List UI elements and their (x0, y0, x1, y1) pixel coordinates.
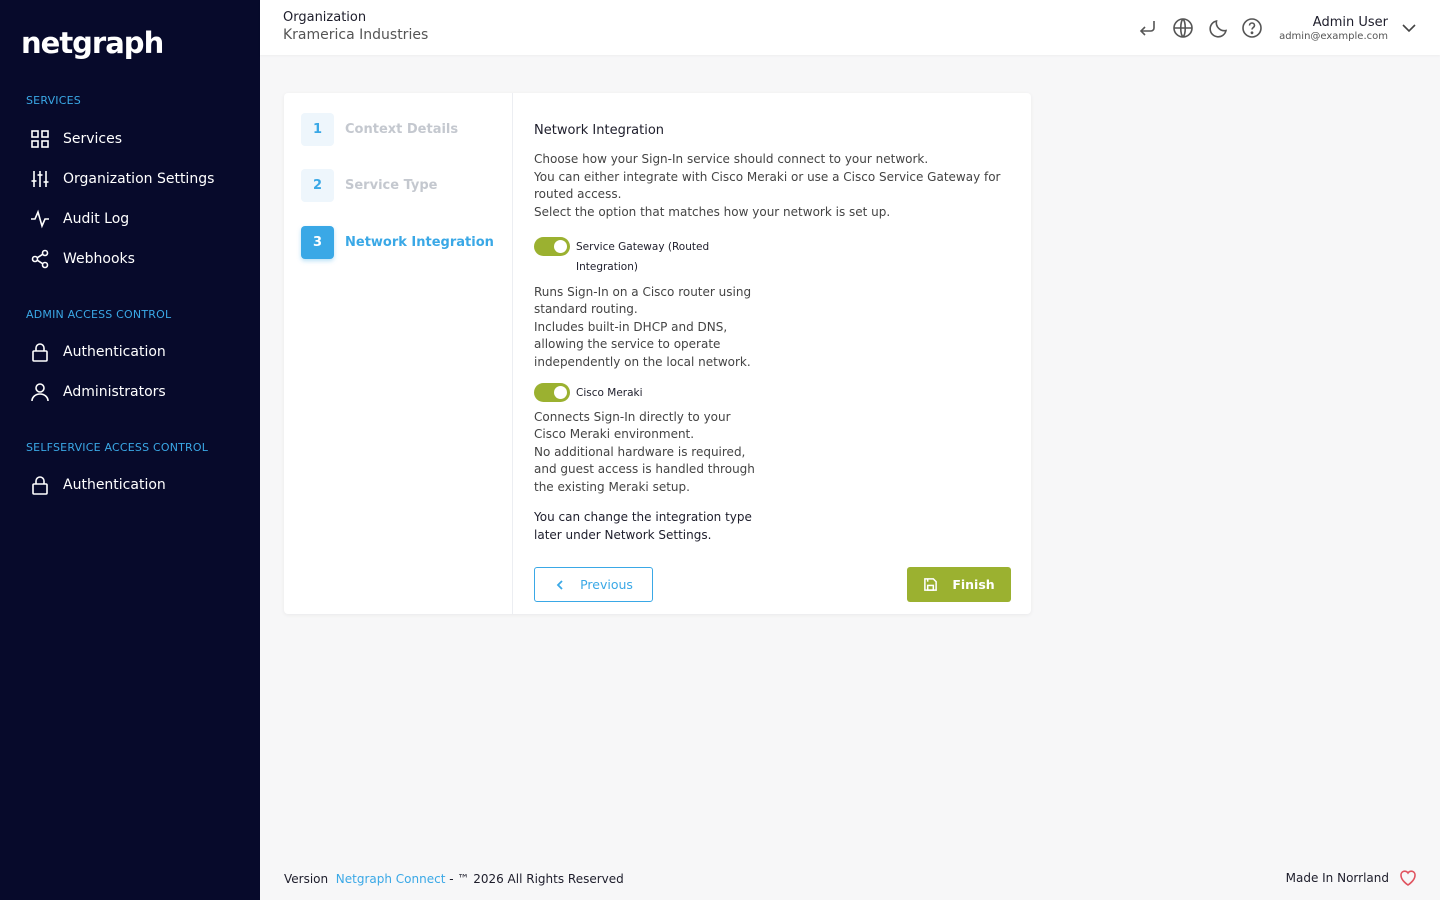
cisco-meraki-label: Cisco Meraki (576, 387, 643, 399)
description-line: Connects Sign-In directly to your (534, 410, 731, 424)
sidebar-item-administrators[interactable]: Administrators (30, 377, 166, 407)
section-title-services: SERVICES (26, 94, 81, 107)
top-header: Organization Kramerica Industries Admin … (260, 0, 1440, 55)
service-gateway-description: Runs Sign-In on a Cisco router using sta… (534, 284, 774, 371)
lock-icon (30, 475, 50, 495)
cisco-meraki-toggle[interactable] (534, 383, 570, 402)
intro-line: routed access. (534, 187, 622, 202)
step-label: Network Integration (345, 235, 494, 250)
user-icon (30, 382, 50, 402)
sidebar-item-label: Services (63, 131, 123, 147)
activity-icon (30, 209, 50, 229)
user-email: admin@example.com (1279, 31, 1388, 42)
integration-note: You can change the integration type late… (534, 509, 774, 544)
intro-line: Choose how your Sign-In service should c… (534, 152, 929, 166)
wizard-steps: 1 Context Details 2 Service Type 3 Netwo… (284, 93, 513, 614)
step-context-details[interactable]: 1 Context Details (301, 113, 458, 146)
step-label: Context Details (345, 122, 459, 137)
version-label: Version (284, 872, 329, 886)
description-line: Cisco Meraki environment. (534, 427, 695, 442)
sidebar-item-admin-authentication[interactable]: Authentication (30, 337, 166, 367)
chevron-left-icon (556, 579, 563, 590)
made-in-text: Made In Norrland (1285, 871, 1389, 885)
sidebar-item-label: Authentication (63, 344, 166, 360)
section-title-selfservice-access-control: SELFSERVICE ACCESS CONTROL (26, 441, 209, 454)
sidebar-item-selfservice-authentication[interactable]: Authentication (30, 470, 166, 500)
organization-name: Kramerica Industries (283, 27, 429, 43)
chevron-down-icon[interactable] (1400, 19, 1418, 37)
sidebar-item-services[interactable]: Services (30, 124, 122, 154)
service-gateway-label: Service Gateway (Routed Integration) (576, 241, 710, 273)
description-line: independently on the local network. (534, 354, 751, 369)
description-line: Includes built-in DHCP and DNS, (534, 319, 728, 334)
help-icon[interactable] (1241, 17, 1263, 39)
intro-line: Select the option that matches how your … (534, 204, 891, 219)
step-service-type[interactable]: 2 Service Type (301, 169, 438, 202)
previous-button-label: Previous (580, 577, 633, 592)
description-line: the existing Meraki setup. (534, 479, 690, 494)
step-network-integration[interactable]: 3 Network Integration (301, 226, 494, 259)
organization-label: Organization (283, 10, 367, 25)
heart-icon (1400, 870, 1416, 886)
step-label: Service Type (345, 178, 438, 193)
intro-text: Choose how your Sign-In service should c… (534, 151, 1014, 221)
sidebar-item-audit-log[interactable]: Audit Log (30, 204, 129, 234)
description-line: No additional hardware is required, (534, 444, 746, 459)
sidebar-item-label: Administrators (63, 384, 166, 400)
previous-button[interactable]: Previous (534, 567, 653, 602)
return-icon[interactable] (1137, 17, 1159, 39)
note-line: You can change the integration type (534, 510, 752, 524)
sidebar-item-label: Authentication (63, 477, 166, 493)
footer-made-in: Made In Norrland (1286, 868, 1418, 888)
description-line: standard routing. (534, 302, 638, 317)
sliders-icon (30, 169, 50, 189)
section-heading: Network Integration (534, 123, 665, 138)
wizard-card: 1 Context Details 2 Service Type 3 Netwo… (284, 93, 1031, 614)
footer-version: Version Netgraph Connect - ™ 2026 All Ri… (284, 872, 624, 886)
step-number: 3 (301, 226, 334, 259)
sidebar: netgraph SERVICES Services Organization … (0, 0, 260, 900)
sidebar-item-organization-settings[interactable]: Organization Settings (30, 164, 214, 194)
service-gateway-toggle[interactable] (534, 237, 570, 256)
intro-line: You can either integrate with Cisco Mera… (534, 169, 1001, 184)
cisco-meraki-toggle-row[interactable]: Cisco Meraki (534, 383, 726, 403)
moon-icon[interactable] (1208, 17, 1230, 39)
section-title-admin-access-control: ADMIN ACCESS CONTROL (26, 308, 172, 321)
service-gateway-toggle-row[interactable]: Service Gateway (Routed Integration) (534, 237, 726, 277)
sidebar-item-label: Audit Log (63, 211, 130, 227)
share-icon (30, 249, 50, 269)
note-line: later under Network Settings. (534, 527, 712, 542)
lock-icon (30, 342, 50, 362)
description-line: Runs Sign-In on a Cisco router using (534, 285, 752, 299)
cisco-meraki-description: Connects Sign-In directly to your Cisco … (534, 409, 774, 496)
description-line: and guest access is handled through (534, 462, 755, 477)
finish-button[interactable]: Finish (907, 567, 1011, 602)
rights-text: - ™ 2026 All Rights Reserved (449, 872, 624, 886)
step-number: 1 (301, 113, 334, 146)
step-number: 2 (301, 169, 334, 202)
finish-button-label: Finish (952, 577, 995, 592)
globe-icon[interactable] (1172, 17, 1194, 39)
grid-icon (30, 129, 50, 149)
sidebar-item-webhooks[interactable]: Webhooks (30, 244, 135, 274)
logo[interactable]: netgraph (21, 26, 164, 60)
save-icon (924, 578, 938, 591)
sidebar-item-label: Organization Settings (63, 171, 215, 187)
user-name[interactable]: Admin User (1313, 15, 1388, 30)
product-link[interactable]: Netgraph Connect (336, 872, 446, 886)
sidebar-item-label: Webhooks (63, 251, 135, 267)
description-line: allowing the service to operate (534, 337, 721, 352)
